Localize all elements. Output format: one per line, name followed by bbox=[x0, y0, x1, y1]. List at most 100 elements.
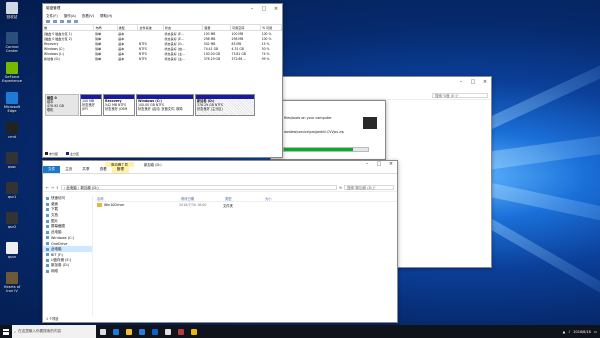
nav-item-label: Windows (C:) bbox=[51, 235, 75, 240]
progress-dialog[interactable]: files/tools on your computer dwidew\serv… bbox=[270, 100, 386, 160]
primary-swatch bbox=[66, 152, 70, 155]
partition-status: 状态良好 (EFI bbox=[82, 102, 95, 111]
taskbar-app[interactable] bbox=[187, 325, 200, 338]
desktop-icon-label: qsvn bbox=[7, 255, 17, 259]
partition-block[interactable]: Windows (C:) 100.00 GB NTFS 状态良好 (启动, 页面文件… bbox=[136, 94, 194, 116]
disk-management-window[interactable]: 磁盘管理 – □ × 文件(F) 操作(A) 查看(V) 帮助(H) 卷布局 类型 文件系… bbox=[42, 3, 283, 158]
up-arrow-icon[interactable]: ↑ bbox=[56, 186, 59, 190]
desktop-icon[interactable]: qsoc bbox=[0, 152, 24, 169]
taskbar-app[interactable] bbox=[122, 325, 135, 338]
search-input[interactable]: 搜索"新加卷 (D:)" bbox=[344, 185, 394, 190]
desktop-icon-image bbox=[6, 182, 18, 194]
desktop-icon-image bbox=[6, 152, 18, 164]
start-button[interactable] bbox=[0, 325, 12, 338]
menu-item[interactable]: 操作(A) bbox=[64, 14, 76, 19]
ribbon-tab[interactable]: 主页 bbox=[60, 166, 77, 173]
column-header[interactable]: 类型 bbox=[223, 196, 263, 201]
taskbar-app[interactable] bbox=[109, 325, 122, 338]
refresh-icon[interactable]: ↻ bbox=[339, 186, 342, 190]
search-icon: ⌕ bbox=[14, 329, 17, 334]
taskbar-app[interactable] bbox=[96, 325, 109, 338]
desktop-icon[interactable]: GeForce Experience bbox=[0, 62, 24, 83]
column-header[interactable]: 修改日期 bbox=[179, 196, 223, 201]
app2-icon bbox=[177, 328, 184, 335]
taskbar-app[interactable] bbox=[174, 325, 187, 338]
table-row[interactable]: 新加卷 (D:) 简单 基本 NTFS 状态良好 (主... 376.29 GB 372.6… bbox=[43, 56, 282, 62]
taskbar-app[interactable] bbox=[161, 325, 174, 338]
store-icon bbox=[138, 328, 145, 335]
properties-icon[interactable] bbox=[60, 20, 64, 23]
maximize-icon[interactable]: □ bbox=[467, 77, 479, 86]
back-search-input[interactable]: 搜索"U盘 (E:)" bbox=[432, 93, 488, 98]
maximize-icon[interactable]: □ bbox=[258, 4, 270, 13]
minimize-icon[interactable]: – bbox=[361, 161, 373, 169]
desktop-icon-label: GeForce Experience bbox=[1, 75, 23, 83]
close-icon[interactable]: × bbox=[270, 4, 282, 13]
volume-table: 卷布局 类型 文件系统 状态 容量 可用空间% 可用 (磁盘 0 磁盘分区 1) 简单 基本状… bbox=[43, 25, 282, 61]
volume-icon[interactable]: ♪ bbox=[568, 330, 570, 334]
desktop-icon[interactable]: 回收站 bbox=[0, 2, 24, 19]
menu-item[interactable]: 帮助(H) bbox=[100, 14, 112, 19]
desktop-icon-image bbox=[6, 122, 18, 134]
minimize-icon[interactable]: – bbox=[246, 4, 258, 13]
nav-item-icon bbox=[46, 270, 49, 274]
progress-bar bbox=[283, 147, 369, 152]
nav-item-label: BIT (F:) bbox=[51, 252, 64, 257]
taskbar-app[interactable] bbox=[135, 325, 148, 338]
taskbar-app[interactable] bbox=[148, 325, 161, 338]
desktop-icon[interactable]: qsv2 bbox=[0, 212, 24, 229]
maximize-icon[interactable]: □ bbox=[373, 161, 385, 169]
partition-status: 状态良好 (OEM bbox=[105, 106, 128, 111]
edge-icon bbox=[112, 328, 119, 335]
clock-date[interactable]: 2018/8/18 bbox=[573, 330, 590, 334]
back-arrow-icon[interactable]: ← bbox=[46, 186, 49, 190]
close-icon[interactable]: × bbox=[479, 77, 491, 86]
forward-arrow-icon[interactable]: → bbox=[51, 186, 54, 190]
legend-label: 未分配 bbox=[49, 152, 59, 156]
minimize-icon[interactable]: – bbox=[455, 77, 467, 86]
table-cell: 新加卷 (D:) bbox=[44, 57, 61, 61]
forward-icon[interactable] bbox=[53, 20, 57, 23]
file-row[interactable]: Win10Driver 2018/7/30 18:00 文件夹 bbox=[95, 202, 397, 208]
back-icon[interactable] bbox=[46, 20, 50, 23]
explorer-window[interactable]: 驱动器工具 新加卷 (D:) – □ × 文件 主页 共享 查看 管理 ← → ↑ › … bbox=[42, 160, 398, 323]
nav-item[interactable]: 网络 bbox=[43, 269, 92, 275]
disk-status: 联机 bbox=[47, 108, 54, 112]
menu-item[interactable]: 查看(V) bbox=[82, 14, 94, 19]
desktop-icon[interactable]: Hearts of Iron IV bbox=[0, 272, 24, 293]
legend: 未分配 主分区 bbox=[45, 152, 79, 156]
notification-icon[interactable]: ▭ bbox=[594, 330, 597, 334]
close-icon[interactable]: × bbox=[385, 161, 397, 169]
partition-block[interactable]: 100 MB 状态良好 (EFI bbox=[80, 94, 102, 116]
ribbon-tab[interactable]: 文件 bbox=[43, 166, 61, 173]
system-tray: ▲ ♪ 2018/8/18 ▭ bbox=[563, 330, 600, 334]
column-header[interactable]: 大小 bbox=[263, 196, 293, 201]
partition-block[interactable]: Recovery 542 MB NTFS 状态良好 (OEM bbox=[103, 94, 135, 116]
ribbon-tab[interactable]: 共享 bbox=[77, 166, 94, 173]
column-header[interactable]: 名称 bbox=[95, 196, 179, 201]
ribbon-tab[interactable]: 查看 bbox=[95, 166, 112, 173]
address-bar[interactable]: › 此电脑 › 新加卷 (D:) bbox=[60, 185, 338, 190]
desktop-icon[interactable]: qsv1 bbox=[0, 182, 24, 199]
file-type: 文件夹 bbox=[223, 203, 233, 208]
nav-item-icon bbox=[46, 258, 49, 262]
desktop-icon[interactable]: Control Center bbox=[0, 32, 24, 53]
nav-item-icon bbox=[46, 197, 49, 201]
taskbar-search-placeholder: 在这里输入你要搜索的内容 bbox=[18, 329, 62, 333]
refresh-icon[interactable] bbox=[74, 20, 78, 23]
unallocated-swatch bbox=[45, 152, 48, 155]
desktop-icon[interactable]: qsvn bbox=[0, 242, 24, 259]
menu-item[interactable]: 文件(F) bbox=[46, 14, 58, 19]
nav-item-icon bbox=[46, 225, 49, 229]
desktop-icon[interactable]: Microsoft Edge bbox=[0, 92, 24, 113]
nav-item-label: 新加卷 (D:) bbox=[51, 263, 70, 268]
desktop-icon[interactable]: cmd bbox=[0, 122, 24, 139]
app-logo bbox=[363, 117, 377, 129]
taskbar-search[interactable]: ⌕ 在这里输入你要搜索的内容 bbox=[12, 325, 96, 338]
ribbon-tab[interactable]: 管理 bbox=[111, 166, 129, 173]
nav-item-label: 图片 bbox=[51, 218, 58, 223]
help-icon[interactable] bbox=[67, 20, 71, 23]
partition-block[interactable]: 新加卷 (D:) 376.29 GB NTFS 状态良好 (主分区) bbox=[195, 94, 255, 116]
network-icon[interactable]: ▲ bbox=[563, 330, 566, 334]
mail-icon bbox=[151, 328, 158, 335]
